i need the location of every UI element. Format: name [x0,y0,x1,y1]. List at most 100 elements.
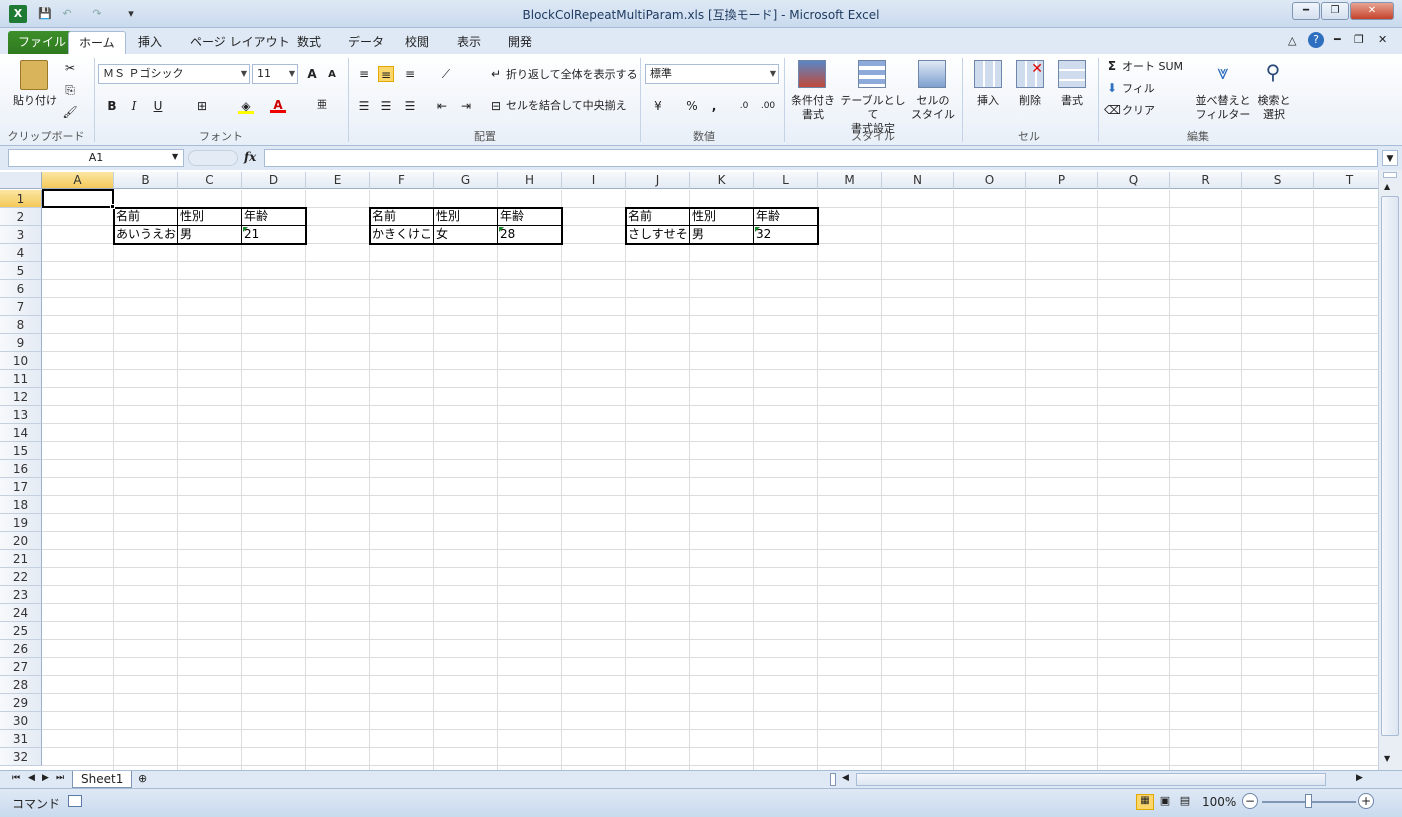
row-header-26[interactable]: 26 [0,640,42,658]
percent-icon[interactable]: % [684,98,700,114]
tab-insert[interactable]: 挿入 [128,31,172,54]
column-header-l[interactable]: L [754,172,818,189]
hscroll-left-icon[interactable]: ◀ [842,773,849,783]
column-header-j[interactable]: J [626,172,690,189]
header-cell[interactable]: 名前 [626,208,690,226]
row-header-16[interactable]: 16 [0,460,42,478]
vertical-scrollbar[interactable]: ▲ ▼ [1378,170,1402,770]
align-middle-icon[interactable]: ≡ [378,66,394,82]
row-header-30[interactable]: 30 [0,712,42,730]
borders-icon[interactable]: ⊞ [194,98,210,114]
tab-split-handle[interactable] [830,773,836,786]
conditional-formatting-icon[interactable] [798,60,826,88]
wrap-text-button[interactable]: 折り返して全体を表示する [506,68,638,82]
split-handle[interactable] [1383,172,1397,178]
grow-font-icon[interactable]: A [304,66,320,82]
row-header-27[interactable]: 27 [0,658,42,676]
row-header-29[interactable]: 29 [0,694,42,712]
formula-input[interactable] [264,149,1378,167]
merge-center-icon[interactable]: ⊟ [488,98,504,114]
format-cells-button[interactable]: 書式 [1052,94,1092,108]
minimize-ribbon-icon[interactable]: △ [1288,34,1296,47]
paste-icon[interactable] [20,60,48,90]
active-cell-a1[interactable] [42,189,114,208]
number-format-select[interactable]: 標準 ▼ [645,64,779,84]
increase-indent-icon[interactable]: ⇥ [458,98,474,114]
align-right-icon[interactable]: ☰ [402,98,418,114]
column-header-s[interactable]: S [1242,172,1314,189]
header-cell[interactable]: 性別 [434,208,498,226]
column-header-n[interactable]: N [882,172,954,189]
font-color-icon[interactable]: A [270,97,286,113]
workbook-close-icon[interactable]: ✕ [1378,33,1387,46]
insert-cells-icon[interactable] [974,60,1002,88]
row-header-23[interactable]: 23 [0,586,42,604]
row-header-14[interactable]: 14 [0,424,42,442]
first-sheet-icon[interactable]: ⏮ [12,773,20,783]
next-sheet-icon[interactable]: ▶ [42,773,49,783]
page-break-view-icon[interactable]: ▤ [1176,794,1194,810]
row-header-15[interactable]: 15 [0,442,42,460]
shrink-font-icon[interactable]: A [324,67,340,83]
row-header-5[interactable]: 5 [0,262,42,280]
column-header-t[interactable]: T [1314,172,1378,189]
macro-record-icon[interactable] [68,795,82,807]
cut-icon[interactable]: ✂ [62,60,78,76]
help-icon[interactable]: ? [1308,32,1324,48]
delete-cells-button[interactable]: 削除 [1010,94,1050,108]
tab-file[interactable]: ファイル [8,31,77,54]
row-header-24[interactable]: 24 [0,604,42,622]
row-header-13[interactable]: 13 [0,406,42,424]
row-header-7[interactable]: 7 [0,298,42,316]
align-left-icon[interactable]: ☰ [356,98,372,114]
workbook-minimize-icon[interactable]: ━ [1334,33,1341,46]
workbook-restore-icon[interactable]: ❐ [1354,33,1364,46]
minimize-button[interactable]: ━ [1292,2,1320,20]
find-select-icon[interactable]: ⚲ [1258,60,1288,90]
copy-icon[interactable]: ⎘ [62,82,78,98]
column-header-k[interactable]: K [690,172,754,189]
autosum-icon[interactable]: Σ [1104,58,1120,74]
header-cell[interactable]: 年齢 [754,208,818,226]
format-cells-icon[interactable] [1058,60,1086,88]
column-header-h[interactable]: H [498,172,562,189]
column-header-m[interactable]: M [818,172,882,189]
clear-button[interactable]: クリア [1122,104,1155,118]
tab-data[interactable]: データ [338,31,394,54]
column-header-r[interactable]: R [1170,172,1242,189]
close-button[interactable]: ✕ [1350,2,1394,20]
align-top-icon[interactable]: ≡ [356,66,372,82]
decrease-indent-icon[interactable]: ⇤ [434,98,450,114]
value-cell[interactable]: 女 [434,226,498,244]
tab-formulas[interactable]: 数式 [287,31,331,54]
tab-home[interactable]: ホーム [68,31,126,54]
header-cell[interactable]: 年齢 [498,208,562,226]
normal-view-icon[interactable]: ▦ [1136,794,1154,810]
header-cell[interactable]: 性別 [690,208,754,226]
sheet-tab-sheet1[interactable]: Sheet1 [72,771,133,788]
scroll-down-arrow-icon[interactable]: ▼ [1384,754,1390,763]
prev-sheet-icon[interactable]: ◀ [28,773,35,783]
expand-formula-bar-icon[interactable]: ▼ [1382,150,1398,166]
column-header-i[interactable]: I [562,172,626,189]
insert-sheet-icon[interactable]: ⊕ [138,772,147,785]
header-cell[interactable]: 性別 [178,208,242,226]
column-header-c[interactable]: C [178,172,242,189]
sort-filter-icon[interactable]: ⩔ [1208,60,1238,90]
row-header-20[interactable]: 20 [0,532,42,550]
value-cell[interactable]: あいうえお [114,226,178,244]
fill-button[interactable]: フィル [1122,82,1155,96]
column-header-p[interactable]: P [1026,172,1098,189]
format-painter-icon[interactable]: 🖌 [62,104,78,120]
hscroll-right-icon[interactable]: ▶ [1356,773,1363,783]
hscroll-thumb[interactable] [856,773,1326,786]
italic-icon[interactable]: I [126,98,142,114]
font-name-select[interactable]: ＭＳ Ｐゴシック ▼ [98,64,250,84]
column-header-d[interactable]: D [242,172,306,189]
tab-page-layout[interactable]: ページ レイアウト [180,31,300,54]
row-header-21[interactable]: 21 [0,550,42,568]
cell-styles-icon[interactable] [918,60,946,88]
row-header-10[interactable]: 10 [0,352,42,370]
scroll-up-arrow-icon[interactable]: ▲ [1384,182,1390,191]
formula-bar-handle[interactable] [188,150,238,166]
